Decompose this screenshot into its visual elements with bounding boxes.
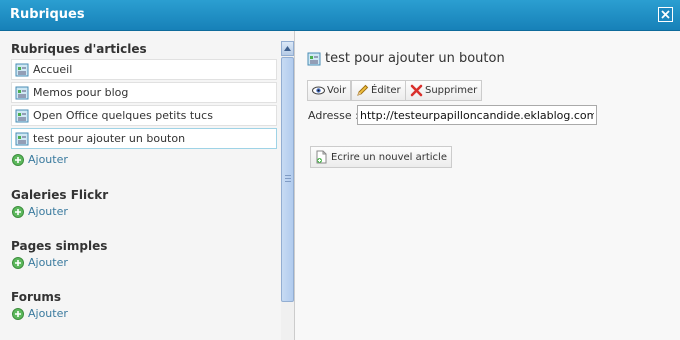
address-label: Adresse : <box>308 109 359 122</box>
delete-label: Supprimer <box>425 85 478 96</box>
window-title: Rubriques <box>10 7 85 22</box>
scroll-up-icon <box>284 46 291 51</box>
left-scrollbar[interactable] <box>281 41 294 340</box>
list-item-label: Accueil <box>33 63 73 76</box>
add-label: Ajouter <box>28 307 68 320</box>
left-pane: Rubriques d'articles Accueil Memos pour … <box>0 31 295 340</box>
add-article-link[interactable]: Ajouter <box>12 153 68 166</box>
add-icon <box>12 256 24 269</box>
document-icon <box>15 109 29 122</box>
edit-label: Éditer <box>371 85 401 96</box>
view-button[interactable]: Voir <box>307 80 352 101</box>
article-title-label: test pour ajouter un bouton <box>325 51 505 66</box>
pencil-icon <box>357 84 369 96</box>
document-icon <box>15 86 29 99</box>
add-label: Ajouter <box>28 256 68 269</box>
scroll-up-button[interactable] <box>281 41 294 56</box>
add-label: Ajouter <box>28 205 68 218</box>
list-item-label: test pour ajouter un bouton <box>33 132 186 145</box>
section-title-galeries: Galeries Flickr <box>11 188 109 202</box>
new-article-button[interactable]: Ecrire un nouvel article <box>310 146 452 168</box>
add-forum-link[interactable]: Ajouter <box>12 307 68 320</box>
address-field[interactable] <box>357 105 597 125</box>
delete-button[interactable]: Supprimer <box>405 80 483 101</box>
scroll-thumb[interactable] <box>281 57 294 302</box>
list-item-test-bouton[interactable]: test pour ajouter un bouton <box>11 128 277 149</box>
section-title-pages: Pages simples <box>11 239 108 253</box>
list-item-memos[interactable]: Memos pour blog <box>11 82 277 103</box>
new-article-label: Ecrire un nouvel article <box>331 151 447 163</box>
right-pane: test pour ajouter un bouton Voir Éditer … <box>295 31 680 340</box>
article-title: test pour ajouter un bouton <box>307 51 505 66</box>
section-title-forums: Forums <box>11 290 62 304</box>
edit-button[interactable]: Éditer <box>351 80 406 101</box>
scroll-grip <box>285 175 291 176</box>
document-icon <box>15 63 29 76</box>
add-page-link[interactable]: Ajouter <box>12 256 68 269</box>
add-icon <box>12 153 24 166</box>
document-icon <box>307 52 321 65</box>
section-title-rubriques: Rubriques d'articles <box>11 42 147 56</box>
add-gallery-link[interactable]: Ajouter <box>12 205 68 218</box>
add-icon <box>12 307 24 320</box>
add-label: Ajouter <box>28 153 68 166</box>
scroll-grip <box>285 181 291 182</box>
close-icon <box>661 10 670 19</box>
eye-icon <box>312 86 325 95</box>
list-item-open-office[interactable]: Open Office quelques petits tucs <box>11 105 277 126</box>
title-bar: Rubriques <box>0 0 680 31</box>
list-item-label: Memos pour blog <box>33 86 129 99</box>
list-item-accueil[interactable]: Accueil <box>11 59 277 80</box>
new-document-icon <box>316 150 327 164</box>
view-label: Voir <box>327 85 347 96</box>
close-button[interactable] <box>658 7 673 22</box>
list-item-label: Open Office quelques petits tucs <box>33 109 213 122</box>
scroll-grip <box>285 178 291 179</box>
document-icon <box>15 132 29 145</box>
delete-icon <box>410 84 423 97</box>
add-icon <box>12 205 24 218</box>
